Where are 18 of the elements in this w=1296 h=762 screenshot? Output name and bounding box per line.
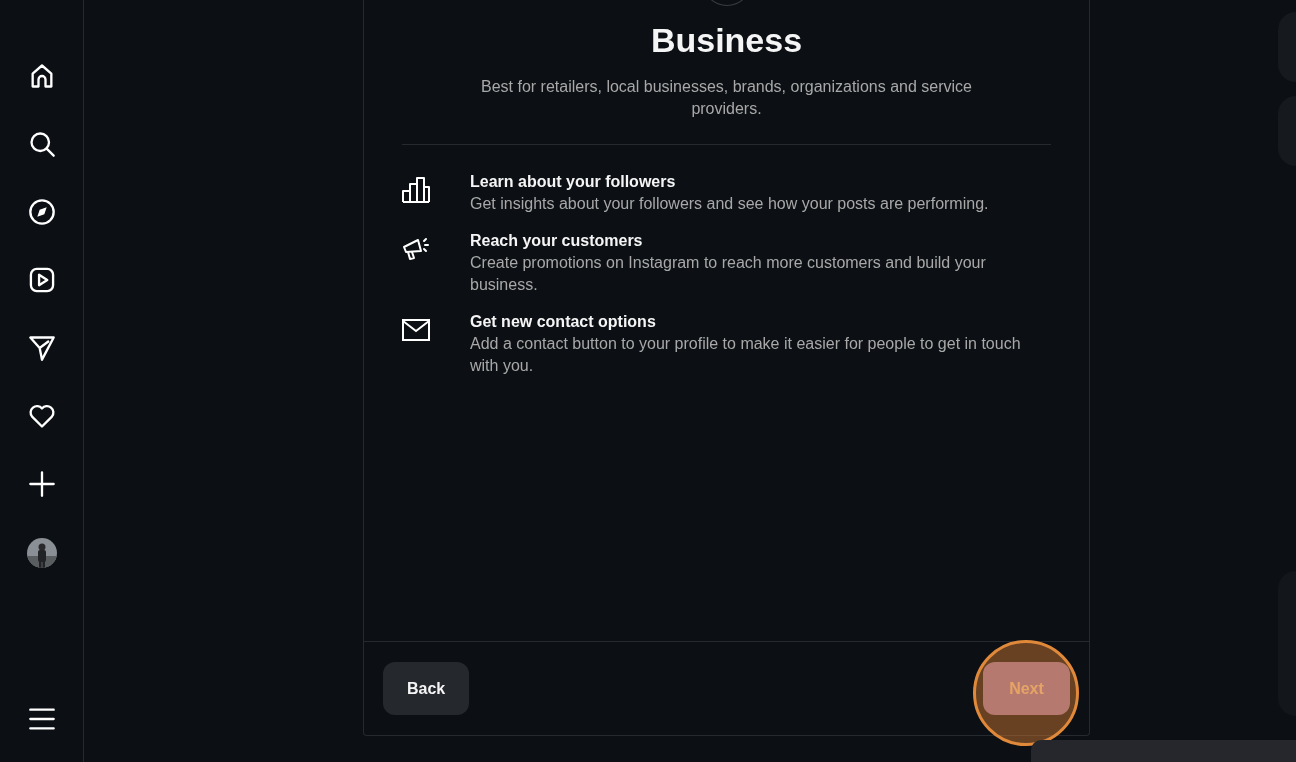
video-icon[interactable] [27, 266, 56, 294]
feature-title: Learn about your followers [470, 172, 677, 192]
feature-title: Reach your customers [470, 231, 644, 251]
feature-description: Create promotions on Instagram to reach more customers and build your business. [470, 253, 987, 295]
feature-description: Get insights about your followers and see how your posts are performing. [470, 194, 990, 214]
send-icon[interactable] [27, 334, 56, 362]
bar-chart-icon [402, 177, 430, 203]
feature-description: Add a contact button to your profile to make it easier for people to get in touch with you. [470, 334, 1022, 376]
dialog-description: Best for retailers, local businesses, brands, organizations and service providers. [480, 77, 973, 119]
dialog-title: Business [649, 20, 804, 61]
feature-title: Get new contact options [470, 312, 657, 332]
megaphone-icon [402, 236, 430, 262]
back-button[interactable]: Back [383, 662, 470, 715]
search-icon[interactable] [27, 130, 56, 158]
plus-icon[interactable] [27, 470, 56, 498]
heart-icon[interactable] [27, 402, 56, 430]
compass-icon[interactable] [27, 198, 56, 226]
envelope-icon [402, 317, 430, 343]
